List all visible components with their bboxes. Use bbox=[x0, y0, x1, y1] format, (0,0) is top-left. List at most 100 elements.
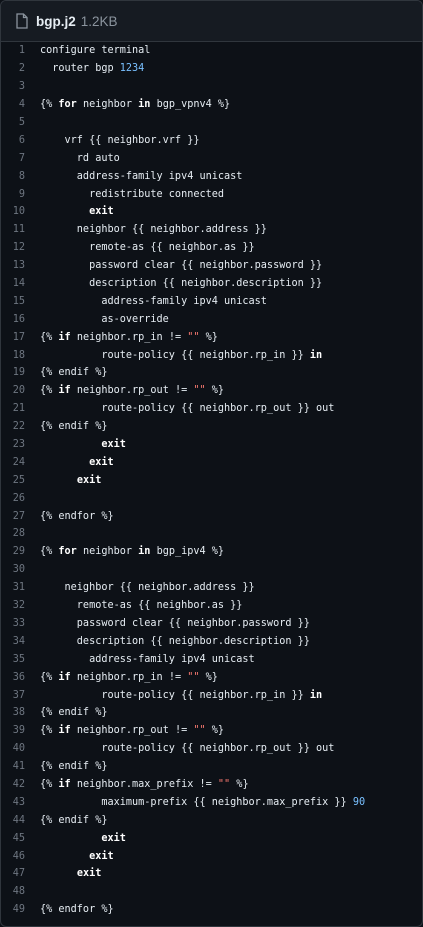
code-line: 43 maximum-prefix {{ neighbor.max_prefix… bbox=[1, 793, 422, 811]
line-content: redistribute connected bbox=[40, 189, 224, 200]
line-number[interactable]: 43 bbox=[1, 797, 40, 808]
code-token: remote-as {{ neighbor.as }} bbox=[40, 600, 243, 612]
line-number[interactable]: 25 bbox=[1, 475, 40, 486]
line-number[interactable]: 23 bbox=[1, 439, 40, 450]
code-token: {% endif %} bbox=[40, 707, 108, 719]
line-content: exit bbox=[40, 439, 126, 450]
line-number[interactable]: 28 bbox=[1, 528, 40, 539]
code-token: neighbor.rp_in != bbox=[70, 671, 188, 683]
code-token: %} bbox=[205, 725, 225, 737]
line-number[interactable]: 24 bbox=[1, 457, 40, 468]
code-line: 25 exit bbox=[1, 471, 422, 489]
code-line: 16 as-override bbox=[1, 310, 422, 328]
line-number[interactable]: 13 bbox=[1, 260, 40, 271]
line-number[interactable]: 8 bbox=[1, 171, 40, 182]
line-number[interactable]: 30 bbox=[1, 564, 40, 575]
line-number[interactable]: 47 bbox=[1, 868, 40, 879]
code-token: 90 bbox=[352, 796, 366, 808]
line-number[interactable]: 29 bbox=[1, 546, 40, 557]
code-token: bgp_ipv4 %} bbox=[150, 546, 225, 558]
code-line: 46 exit bbox=[1, 847, 422, 865]
line-number[interactable]: 2 bbox=[1, 63, 40, 74]
file-icon bbox=[15, 13, 29, 29]
line-content: address-family ipv4 unicast bbox=[40, 170, 243, 182]
code-token: %} bbox=[199, 331, 218, 343]
line-number[interactable]: 40 bbox=[1, 743, 40, 754]
line-number[interactable]: 49 bbox=[1, 904, 40, 915]
line-content: {% if neighbor.rp_in != "" %} bbox=[40, 672, 218, 683]
code-line: 28 bbox=[1, 525, 422, 543]
code-line: 12 remote-as {{ neighbor.as }} bbox=[1, 239, 422, 257]
line-number[interactable]: 32 bbox=[1, 600, 40, 611]
line-number[interactable]: 26 bbox=[1, 493, 40, 504]
code-token: {% bbox=[40, 385, 59, 397]
line-number[interactable]: 45 bbox=[1, 833, 40, 844]
line-content: {% if neighbor.rp_out != "" %} bbox=[40, 385, 224, 396]
code-line: 7 rd auto bbox=[1, 149, 422, 167]
code-token: remote-as {{ neighbor.as }} bbox=[40, 242, 255, 254]
code-token: neighbor {{ neighbor.address }} bbox=[40, 582, 255, 594]
line-number[interactable]: 10 bbox=[1, 206, 40, 217]
line-number[interactable]: 48 bbox=[1, 886, 40, 897]
line-number[interactable]: 4 bbox=[1, 99, 40, 110]
line-number[interactable]: 46 bbox=[1, 851, 40, 862]
line-number[interactable]: 20 bbox=[1, 385, 40, 396]
line-number[interactable]: 18 bbox=[1, 350, 40, 361]
line-number[interactable]: 37 bbox=[1, 690, 40, 701]
line-number[interactable]: 6 bbox=[1, 135, 40, 146]
line-number[interactable]: 34 bbox=[1, 636, 40, 647]
code-line: 24 exit bbox=[1, 453, 422, 471]
line-number[interactable]: 15 bbox=[1, 296, 40, 307]
code-token: {% endfor %} bbox=[40, 904, 114, 916]
line-content: {% endfor %} bbox=[40, 904, 114, 915]
line-number[interactable]: 7 bbox=[1, 153, 40, 164]
line-number[interactable]: 12 bbox=[1, 242, 40, 253]
line-number[interactable]: 42 bbox=[1, 779, 40, 790]
line-number[interactable]: 22 bbox=[1, 421, 40, 432]
line-number[interactable]: 44 bbox=[1, 815, 40, 826]
line-number[interactable]: 5 bbox=[1, 117, 40, 128]
line-content: {% endif %} bbox=[40, 815, 107, 826]
line-number[interactable]: 41 bbox=[1, 761, 40, 772]
line-number[interactable]: 35 bbox=[1, 654, 40, 665]
line-number[interactable]: 1 bbox=[1, 45, 40, 56]
line-content: {% if neighbor.max_prefix != "" %} bbox=[40, 779, 249, 790]
code-token: neighbor.rp_out != bbox=[70, 725, 194, 737]
line-number[interactable]: 38 bbox=[1, 707, 40, 718]
code-line: 44 {% endif %} bbox=[1, 811, 422, 829]
file-name[interactable]: bgp.j2 bbox=[36, 14, 76, 29]
line-content: vrf {{ neighbor.vrf }} bbox=[40, 135, 200, 146]
line-number[interactable]: 39 bbox=[1, 725, 40, 736]
line-number[interactable]: 9 bbox=[1, 189, 40, 200]
code-line: 6 vrf {{ neighbor.vrf }} bbox=[1, 131, 422, 149]
code-token: for bbox=[58, 546, 77, 558]
code-token: {% bbox=[40, 99, 59, 111]
code-token: address-family ipv4 unicast bbox=[40, 170, 243, 182]
line-number[interactable]: 36 bbox=[1, 672, 40, 683]
line-content: {% for neighbor in bgp_ipv4 %} bbox=[40, 546, 224, 557]
code-line: 41 {% endif %} bbox=[1, 758, 422, 776]
line-number[interactable]: 33 bbox=[1, 618, 40, 629]
code-line: 21 route-policy {{ neighbor.rp_out }} ou… bbox=[1, 400, 422, 418]
code-line: 13 password clear {{ neighbor.password }… bbox=[1, 257, 422, 275]
line-number[interactable]: 19 bbox=[1, 367, 40, 378]
line-number[interactable]: 21 bbox=[1, 403, 40, 414]
code-token: {% bbox=[40, 671, 59, 683]
code-line: 47 exit bbox=[1, 865, 422, 883]
line-number[interactable]: 31 bbox=[1, 582, 40, 593]
code-line: 40 route-policy {{ neighbor.rp_out }} ou… bbox=[1, 740, 422, 758]
line-number[interactable]: 16 bbox=[1, 314, 40, 325]
line-content: remote-as {{ neighbor.as }} bbox=[40, 242, 255, 253]
line-number[interactable]: 27 bbox=[1, 511, 40, 522]
code-line: 17 {% if neighbor.rp_in != "" %} bbox=[1, 328, 422, 346]
line-content: route-policy {{ neighbor.rp_out }} out bbox=[40, 403, 334, 414]
code-token: exit bbox=[101, 439, 126, 451]
code-token: bgp_vpnv4 %} bbox=[150, 99, 231, 111]
line-number[interactable]: 3 bbox=[1, 81, 40, 92]
code-line: 48 bbox=[1, 883, 422, 901]
line-number[interactable]: 11 bbox=[1, 224, 40, 235]
code-token: neighbor {{ neighbor.address }} bbox=[40, 224, 267, 236]
line-number[interactable]: 17 bbox=[1, 332, 40, 343]
line-number[interactable]: 14 bbox=[1, 278, 40, 289]
